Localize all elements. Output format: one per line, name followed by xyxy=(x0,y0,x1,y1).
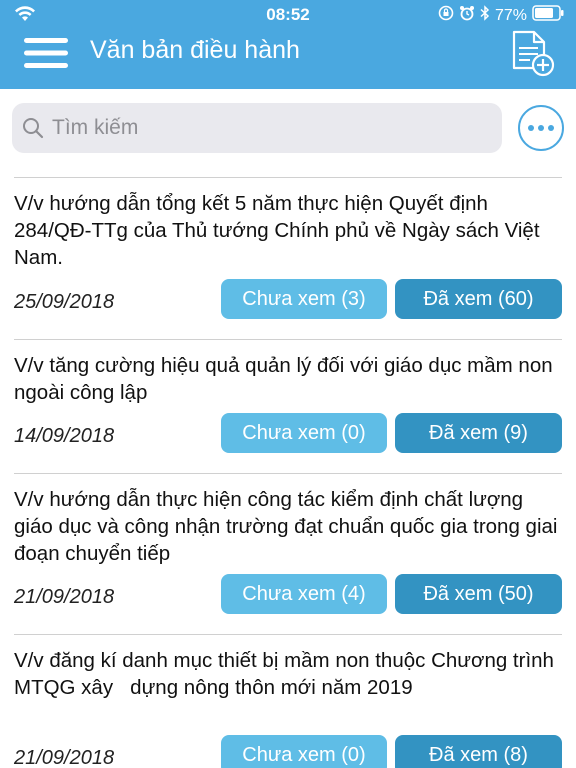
unread-button[interactable]: Chưa xem (4) xyxy=(221,574,387,614)
list-item[interactable]: V/v hướng dẫn tổng kết 5 năm thực hiện Q… xyxy=(14,177,562,339)
unread-button[interactable]: Chưa xem (0) xyxy=(221,413,387,453)
more-dot-icon xyxy=(528,125,534,131)
document-date: 21/09/2018 xyxy=(14,747,115,768)
bluetooth-icon xyxy=(480,5,490,26)
unread-button[interactable]: Chưa xem (0) xyxy=(221,735,387,768)
status-bar: 08:52 77% xyxy=(0,0,576,30)
list-item[interactable]: V/v hướng dẫn thực hiện công tác kiểm đị… xyxy=(14,473,562,634)
rotation-lock-icon xyxy=(438,5,454,26)
document-title[interactable]: V/v tăng cường hiệu quả quản lý đối với … xyxy=(14,352,562,406)
document-date: 25/09/2018 xyxy=(14,291,115,313)
search-input[interactable] xyxy=(52,112,482,144)
document-date: 14/09/2018 xyxy=(14,425,115,447)
search-row xyxy=(0,89,576,171)
search-box[interactable] xyxy=(12,103,502,153)
list-item[interactable]: V/v tăng cường hiệu quả quản lý đối với … xyxy=(14,339,562,473)
unread-button[interactable]: Chưa xem (3) xyxy=(221,279,387,319)
battery-percent: 77% xyxy=(494,6,527,24)
document-title[interactable]: V/v hướng dẫn tổng kết 5 năm thực hiện Q… xyxy=(14,190,562,271)
document-title[interactable]: V/v hướng dẫn thực hiện công tác kiểm đị… xyxy=(14,486,562,567)
read-button[interactable]: Đã xem (9) xyxy=(395,413,562,453)
more-options-button[interactable] xyxy=(518,105,564,151)
app-header: 08:52 77% Văn bản điều hành xyxy=(0,0,576,89)
more-dot-icon xyxy=(538,125,544,131)
status-right: 77% xyxy=(438,5,564,26)
battery-icon xyxy=(532,5,564,26)
page-title: Văn bản điều hành xyxy=(90,36,300,64)
navigation-bar: Văn bản điều hành xyxy=(0,30,576,89)
document-title[interactable]: V/v đăng kí danh mục thiết bị mầm non th… xyxy=(14,647,562,701)
search-icon xyxy=(22,117,44,139)
add-document-icon[interactable] xyxy=(508,30,556,78)
read-button[interactable]: Đã xem (50) xyxy=(395,574,562,614)
list-item[interactable]: V/v đăng kí danh mục thiết bị mầm non th… xyxy=(14,634,562,768)
document-date: 21/09/2018 xyxy=(14,586,115,608)
read-button[interactable]: Đã xem (60) xyxy=(395,279,562,319)
hamburger-menu-icon[interactable] xyxy=(24,36,68,70)
document-list: V/v hướng dẫn tổng kết 5 năm thực hiện Q… xyxy=(0,177,576,768)
more-dot-icon xyxy=(548,125,554,131)
alarm-icon xyxy=(459,5,475,26)
read-button[interactable]: Đã xem (8) xyxy=(395,735,562,768)
